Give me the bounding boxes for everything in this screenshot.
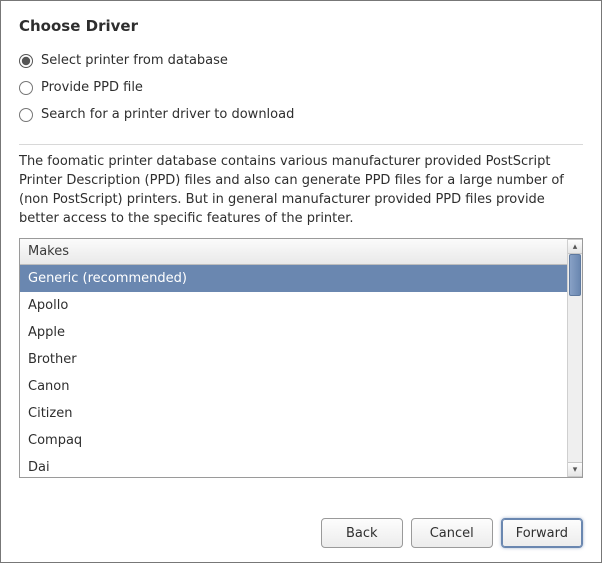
dialog-title: Choose Driver	[19, 17, 583, 35]
cancel-button[interactable]: Cancel	[411, 518, 493, 548]
list-item[interactable]: Apple	[20, 319, 567, 346]
list-item[interactable]: Apollo	[20, 292, 567, 319]
scroll-up-button[interactable]: ▴	[568, 239, 582, 254]
radio-download[interactable]	[19, 108, 33, 122]
list-item[interactable]: Citizen	[20, 400, 567, 427]
radio-ppd[interactable]	[19, 81, 33, 95]
radio-option-database[interactable]: Select printer from database	[19, 53, 583, 68]
radio-database-label: Select printer from database	[41, 53, 228, 68]
scroll-down-button[interactable]: ▾	[568, 462, 582, 477]
forward-button[interactable]: Forward	[501, 518, 583, 548]
back-button[interactable]: Back	[321, 518, 403, 548]
list-item[interactable]: Compaq	[20, 427, 567, 454]
driver-source-radio-group: Select printer from database Provide PPD…	[19, 49, 583, 134]
separator	[19, 144, 583, 145]
radio-option-ppd[interactable]: Provide PPD file	[19, 80, 583, 95]
scroll-track[interactable]	[568, 254, 582, 462]
makes-scrollbar[interactable]: ▴ ▾	[567, 239, 582, 477]
list-item[interactable]: Dai	[20, 454, 567, 477]
radio-database[interactable]	[19, 54, 33, 68]
dialog-button-row: Back Cancel Forward	[19, 496, 583, 548]
list-item[interactable]: Canon	[20, 373, 567, 400]
list-item[interactable]: Brother	[20, 346, 567, 373]
makes-list-frame: Makes Generic (recommended)ApolloAppleBr…	[19, 238, 583, 478]
list-item[interactable]: Generic (recommended)	[20, 265, 567, 292]
radio-ppd-label: Provide PPD file	[41, 80, 143, 95]
description-text: The foomatic printer database contains v…	[19, 153, 583, 228]
scroll-thumb[interactable]	[569, 254, 581, 296]
makes-list-header[interactable]: Makes	[20, 239, 567, 265]
radio-download-label: Search for a printer driver to download	[41, 107, 294, 122]
choose-driver-dialog: Choose Driver Select printer from databa…	[1, 1, 601, 562]
radio-option-download[interactable]: Search for a printer driver to download	[19, 107, 583, 122]
makes-list[interactable]: Generic (recommended)ApolloAppleBrotherC…	[20, 265, 567, 477]
